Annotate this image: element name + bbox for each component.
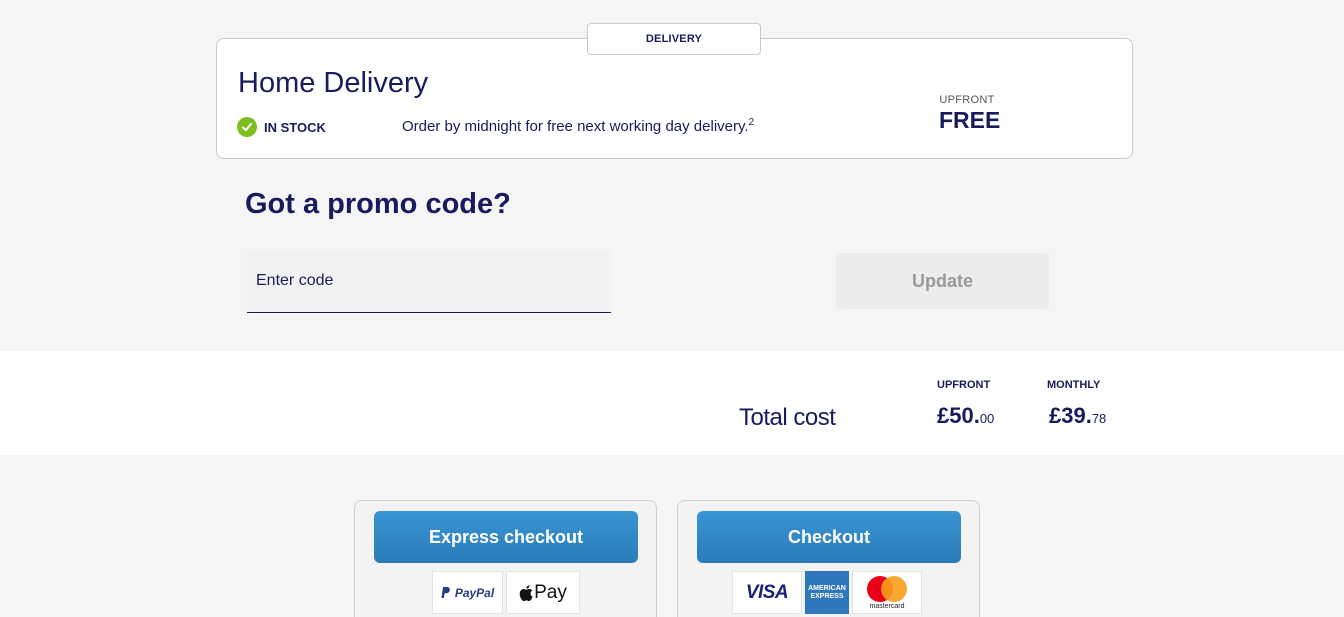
- total-upfront-major: £50.: [937, 403, 980, 428]
- delivery-upfront-value: FREE: [939, 107, 1001, 133]
- total-monthly-minor: 78: [1091, 411, 1107, 426]
- total-upfront-value: £50.00: [937, 403, 994, 429]
- mastercard-circles-icon: [867, 575, 907, 602]
- visa-logo: VISA: [732, 571, 802, 614]
- delivery-note: Order by midnight for free next working …: [402, 117, 754, 135]
- total-cost-label: Total cost: [739, 404, 836, 431]
- paypal-icon: [441, 586, 450, 598]
- total-monthly-value: £39.78: [1049, 403, 1106, 429]
- total-upfront-label: UPFRONT: [937, 379, 991, 391]
- express-payment-methods: PayPal Pay: [432, 571, 580, 614]
- paypal-logo[interactable]: PayPal: [432, 571, 503, 614]
- checkout-button[interactable]: Checkout: [697, 511, 961, 563]
- express-checkout-panel: Express checkout PayPal Pay: [354, 500, 657, 617]
- delivery-tab: DELIVERY: [587, 23, 761, 55]
- card-payment-methods: VISA AMERICAN EXPRESS mastercard: [732, 571, 922, 614]
- promo-code-input[interactable]: [247, 250, 611, 313]
- total-monthly-label: MONTHLY: [1047, 379, 1101, 391]
- check-circle-icon: [237, 117, 257, 137]
- total-upfront-minor: 00: [979, 411, 995, 426]
- delivery-upfront: UPFRONT FREE: [939, 94, 1001, 134]
- total-monthly-major: £39.: [1049, 403, 1092, 428]
- amex-logo: AMERICAN EXPRESS: [805, 571, 849, 614]
- delivery-title: Home Delivery: [238, 67, 429, 99]
- mastercard-label: mastercard: [869, 602, 905, 610]
- delivery-footnote: 2: [748, 117, 755, 128]
- total-cost-band: Total cost UPFRONT £50.00 MONTHLY £39.78: [0, 351, 1344, 455]
- stock-status: IN STOCK: [237, 117, 326, 137]
- stock-label: IN STOCK: [264, 119, 326, 135]
- delivery-card: Home Delivery IN STOCK Order by midnight…: [216, 38, 1133, 159]
- checkout-panel: Checkout VISA AMERICAN EXPRESS mastercar…: [677, 500, 980, 617]
- delivery-upfront-label: UPFRONT: [939, 94, 995, 106]
- mastercard-logo: mastercard: [852, 571, 922, 614]
- update-button[interactable]: Update: [836, 253, 1049, 309]
- apple-icon: [519, 584, 533, 601]
- paypal-label: PayPal: [454, 585, 495, 600]
- amex-label: AMERICAN EXPRESS: [808, 584, 846, 600]
- delivery-note-text: Order by midnight for free next working …: [402, 118, 749, 135]
- apple-pay-logo[interactable]: Pay: [506, 571, 580, 614]
- express-checkout-button[interactable]: Express checkout: [374, 511, 638, 563]
- apple-pay-label: Pay: [534, 581, 567, 603]
- promo-title: Got a promo code?: [245, 188, 511, 220]
